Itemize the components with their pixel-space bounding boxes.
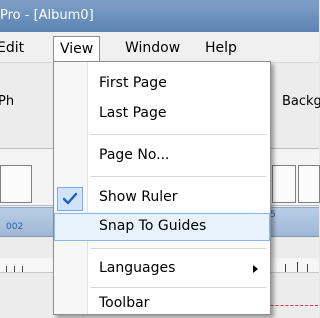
menu-separator — [90, 134, 266, 135]
menu-edit[interactable]: Edit — [0, 36, 24, 60]
thumbnail-frame[interactable] — [0, 165, 32, 203]
menu-item-first-page[interactable]: First Page — [54, 70, 270, 98]
thumbnail-frame[interactable] — [272, 165, 296, 203]
menu-help[interactable]: Help — [205, 36, 237, 60]
menu-item-label: Toolbar — [99, 295, 150, 311]
menu-item-label: Show Ruler — [99, 189, 178, 205]
menu-separator — [90, 248, 266, 249]
menu-item-snap-to-guides[interactable]: Snap To Guides — [54, 213, 270, 241]
ruler-tick — [6, 266, 7, 272]
ruler-tick — [14, 266, 15, 272]
menu-item-show-ruler[interactable]: Show Ruler — [54, 184, 270, 212]
menu-item-label: First Page — [99, 75, 167, 91]
menu-item-label: Page No... — [99, 147, 170, 163]
menu-item-page-no[interactable]: Page No... — [54, 142, 270, 170]
window-titlebar: Pro - [Album0] — [0, 0, 319, 32]
menu-separator — [90, 287, 266, 288]
ruler-tick — [22, 266, 23, 272]
toolbar-label-right: Backg — [282, 94, 320, 109]
page-number-label: 002 — [6, 222, 24, 232]
submenu-arrow-icon — [253, 265, 258, 273]
menu-separator — [90, 176, 266, 177]
ruler-tick — [307, 264, 308, 272]
menu-item-toolbar[interactable]: Toolbar — [54, 290, 270, 314]
menu-window[interactable]: Window — [125, 36, 180, 60]
menu-item-label: Snap To Guides — [99, 218, 207, 234]
menu-item-languages[interactable]: Languages — [54, 255, 270, 283]
toolbar-label-left: Ph — [0, 94, 15, 109]
menu-item-label: Last Page — [99, 105, 167, 121]
window-title: Pro - [Album0] — [0, 8, 94, 23]
ruler-tick — [297, 262, 298, 272]
menu-view[interactable]: View — [53, 36, 101, 63]
menubar: Edit View Window Help — [0, 32, 319, 63]
menu-item-last-page[interactable]: Last Page — [54, 100, 270, 128]
thumbnail-frame[interactable] — [298, 165, 320, 203]
view-menu-dropdown: First Page Last Page Page No... Show Rul… — [53, 61, 271, 315]
menu-item-label: Languages — [99, 260, 176, 276]
checkmark-icon — [57, 187, 83, 211]
ruler-tick — [285, 264, 286, 272]
